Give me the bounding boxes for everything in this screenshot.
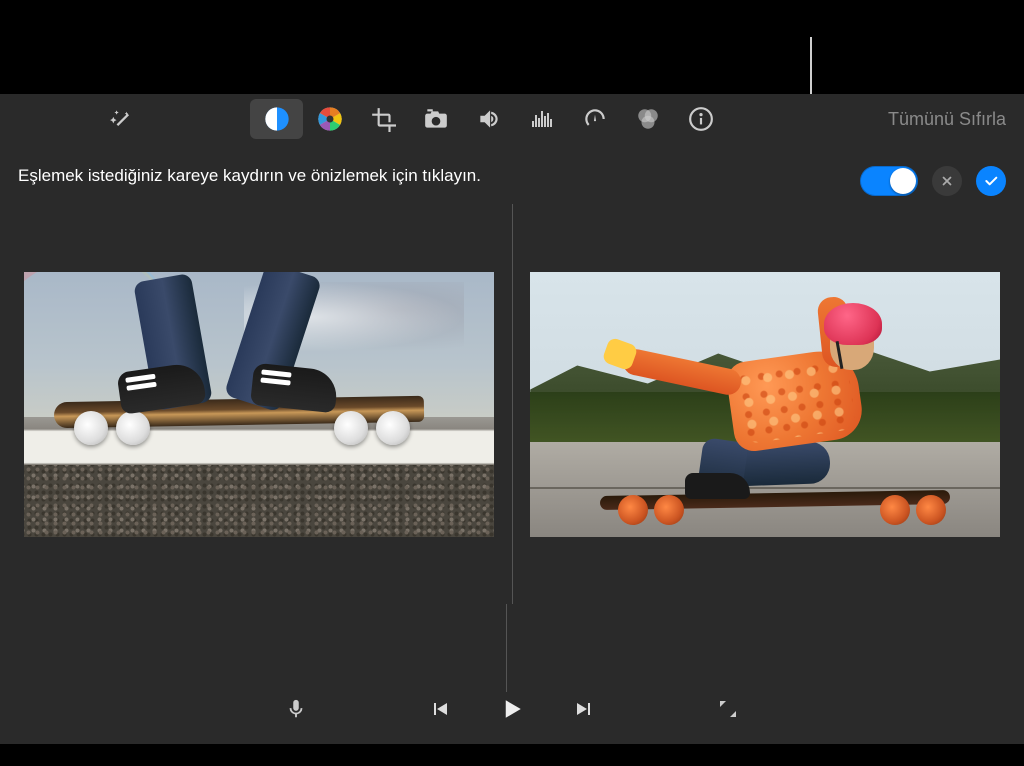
next-frame-icon: [572, 697, 596, 721]
stabilization-button[interactable]: [409, 99, 462, 139]
fullscreen-button[interactable]: [710, 691, 746, 727]
instruction-text: Eşlemek istediğiniz kareye kaydırın ve ö…: [18, 166, 481, 186]
reset-all-button[interactable]: Tümünü Sıfırla: [888, 94, 1006, 144]
crop-button[interactable]: [356, 99, 409, 139]
preview-area: [18, 204, 1006, 604]
adjustment-controls: [860, 166, 1006, 196]
effect-toggle[interactable]: [860, 166, 918, 196]
info-icon: [688, 106, 714, 132]
previous-frame-button[interactable]: [422, 691, 458, 727]
reference-thumbnail: [24, 272, 494, 537]
noise-reduction-button[interactable]: [515, 99, 568, 139]
video-editor-panel: Tümünü Sıfırla Eşlemek istediğiniz karey…: [0, 94, 1024, 744]
confirm-button[interactable]: [976, 166, 1006, 196]
speedometer-icon: [581, 106, 609, 132]
camera-icon: [422, 106, 450, 132]
play-icon: [497, 694, 527, 724]
close-icon: [940, 174, 954, 188]
next-frame-button[interactable]: [566, 691, 602, 727]
crop-icon: [370, 106, 396, 132]
adjustments-toolbar: Tümünü Sıfırla: [0, 94, 1024, 144]
voiceover-record-button[interactable]: [278, 691, 314, 727]
cancel-button[interactable]: [932, 166, 962, 196]
info-button[interactable]: [674, 99, 727, 139]
color-wheel-icon: [316, 105, 344, 133]
target-pane[interactable]: [525, 204, 1007, 604]
filters-icon: [634, 106, 662, 132]
volume-icon: [475, 106, 503, 132]
speed-button[interactable]: [568, 99, 621, 139]
color-balance-icon: [263, 105, 291, 133]
reference-pane[interactable]: [18, 204, 500, 604]
fullscreen-icon: [716, 697, 740, 721]
preview-divider-extension: [506, 604, 507, 692]
check-icon: [983, 173, 999, 189]
equalizer-icon: [528, 107, 556, 131]
color-correction-button[interactable]: [303, 99, 356, 139]
playback-bar: [0, 684, 1024, 734]
magic-wand-button[interactable]: [95, 99, 148, 139]
filters-button[interactable]: [621, 99, 674, 139]
microphone-icon: [285, 695, 307, 723]
play-button[interactable]: [494, 691, 530, 727]
toggle-knob: [890, 168, 916, 194]
volume-button[interactable]: [462, 99, 515, 139]
color-balance-button[interactable]: [250, 99, 303, 139]
previous-frame-icon: [428, 697, 452, 721]
preview-divider: [512, 204, 513, 604]
target-thumbnail: [530, 272, 1000, 537]
magic-wand-icon: [109, 106, 135, 132]
